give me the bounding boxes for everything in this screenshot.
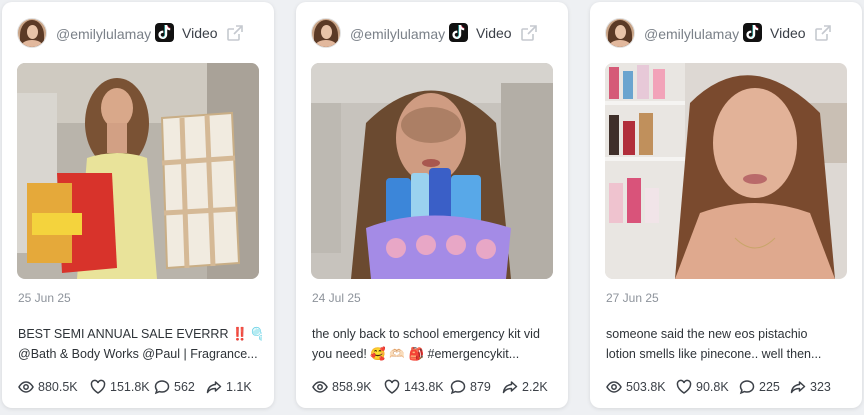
views-count: 880.5K (38, 380, 78, 394)
caption-line: BEST SEMI ANNUAL SALE EVERRR ‼️ 🫧 🧽 (18, 327, 262, 341)
avatar[interactable] (18, 19, 46, 47)
post-date: 27 Jun 25 (606, 291, 659, 305)
card-header: @emilylulamay Video (296, 19, 568, 51)
shares-count: 2.2K (522, 380, 548, 394)
comment-icon (739, 380, 755, 395)
content-type-label: Video (182, 25, 218, 41)
external-link-icon[interactable] (814, 24, 832, 47)
post-caption: someone said the new eos pistachio lotio… (606, 324, 850, 364)
likes-count: 151.8K (110, 380, 150, 394)
shares-count: 323 (810, 380, 831, 394)
heart-icon (384, 379, 400, 394)
share-icon (502, 381, 518, 394)
post-caption: the only back to school emergency kit vi… (312, 324, 556, 364)
engagement-stats: 880.5K 151.8K 562 1.1K (18, 378, 268, 396)
video-thumbnail[interactable] (17, 63, 259, 279)
comment-icon (450, 380, 466, 395)
caption-line: lotion smells like pinecone.. well then.… (606, 347, 822, 361)
video-thumbnail[interactable] (311, 63, 553, 279)
creator-handle[interactable]: @emilylulamay (56, 26, 151, 42)
eye-icon (312, 381, 328, 393)
content-type-label: Video (476, 25, 512, 41)
engagement-stats: 858.9K 143.8K 879 2.2K (312, 378, 562, 396)
caption-line: @Bath & Body Works @Paul | Fragrance... (18, 347, 258, 361)
comments-count: 879 (470, 380, 491, 394)
likes-count: 143.8K (404, 380, 444, 394)
post-caption: BEST SEMI ANNUAL SALE EVERRR ‼️ 🫧 🧽 @Bat… (18, 324, 262, 364)
engagement-stats: 503.8K 90.8K 225 323 (606, 378, 856, 396)
comments-count: 562 (174, 380, 195, 394)
video-card[interactable]: @emilylulamay Video 24 Jul 25 the only b… (296, 2, 568, 408)
creator-handle[interactable]: @emilylulamay (644, 26, 739, 42)
share-icon (790, 381, 806, 394)
post-date: 25 Jun 25 (18, 291, 71, 305)
tiktok-logo-icon (449, 23, 468, 42)
comments-count: 225 (759, 380, 780, 394)
card-header: @emilylulamay Video (590, 19, 862, 51)
share-icon (206, 381, 222, 394)
heart-icon (676, 379, 692, 394)
content-type-label: Video (770, 25, 806, 41)
views-count: 503.8K (626, 380, 666, 394)
caption-line: someone said the new eos pistachio (606, 327, 808, 341)
external-link-icon[interactable] (520, 24, 538, 47)
views-count: 858.9K (332, 380, 372, 394)
shares-count: 1.1K (226, 380, 252, 394)
heart-icon (90, 379, 106, 394)
external-link-icon[interactable] (226, 24, 244, 47)
tiktok-logo-icon (743, 23, 762, 42)
video-thumbnail[interactable] (605, 63, 847, 279)
post-date: 24 Jul 25 (312, 291, 361, 305)
avatar[interactable] (312, 19, 340, 47)
creator-handle[interactable]: @emilylulamay (350, 26, 445, 42)
likes-count: 90.8K (696, 380, 729, 394)
avatar[interactable] (606, 19, 634, 47)
tiktok-logo-icon (155, 23, 174, 42)
caption-line: the only back to school emergency kit vi… (312, 327, 540, 341)
card-header: @emilylulamay Video (2, 19, 274, 51)
eye-icon (18, 381, 34, 393)
video-card[interactable]: @emilylulamay Video 27 Jun 25 someone sa… (590, 2, 862, 408)
video-card[interactable]: @emilylulamay Video 25 Jun 25 BEST SEMI … (2, 2, 274, 408)
eye-icon (606, 381, 622, 393)
comment-icon (154, 380, 170, 395)
caption-line: you need! 🥰 🫶🏻 🎒 #emergencykit... (312, 347, 520, 361)
